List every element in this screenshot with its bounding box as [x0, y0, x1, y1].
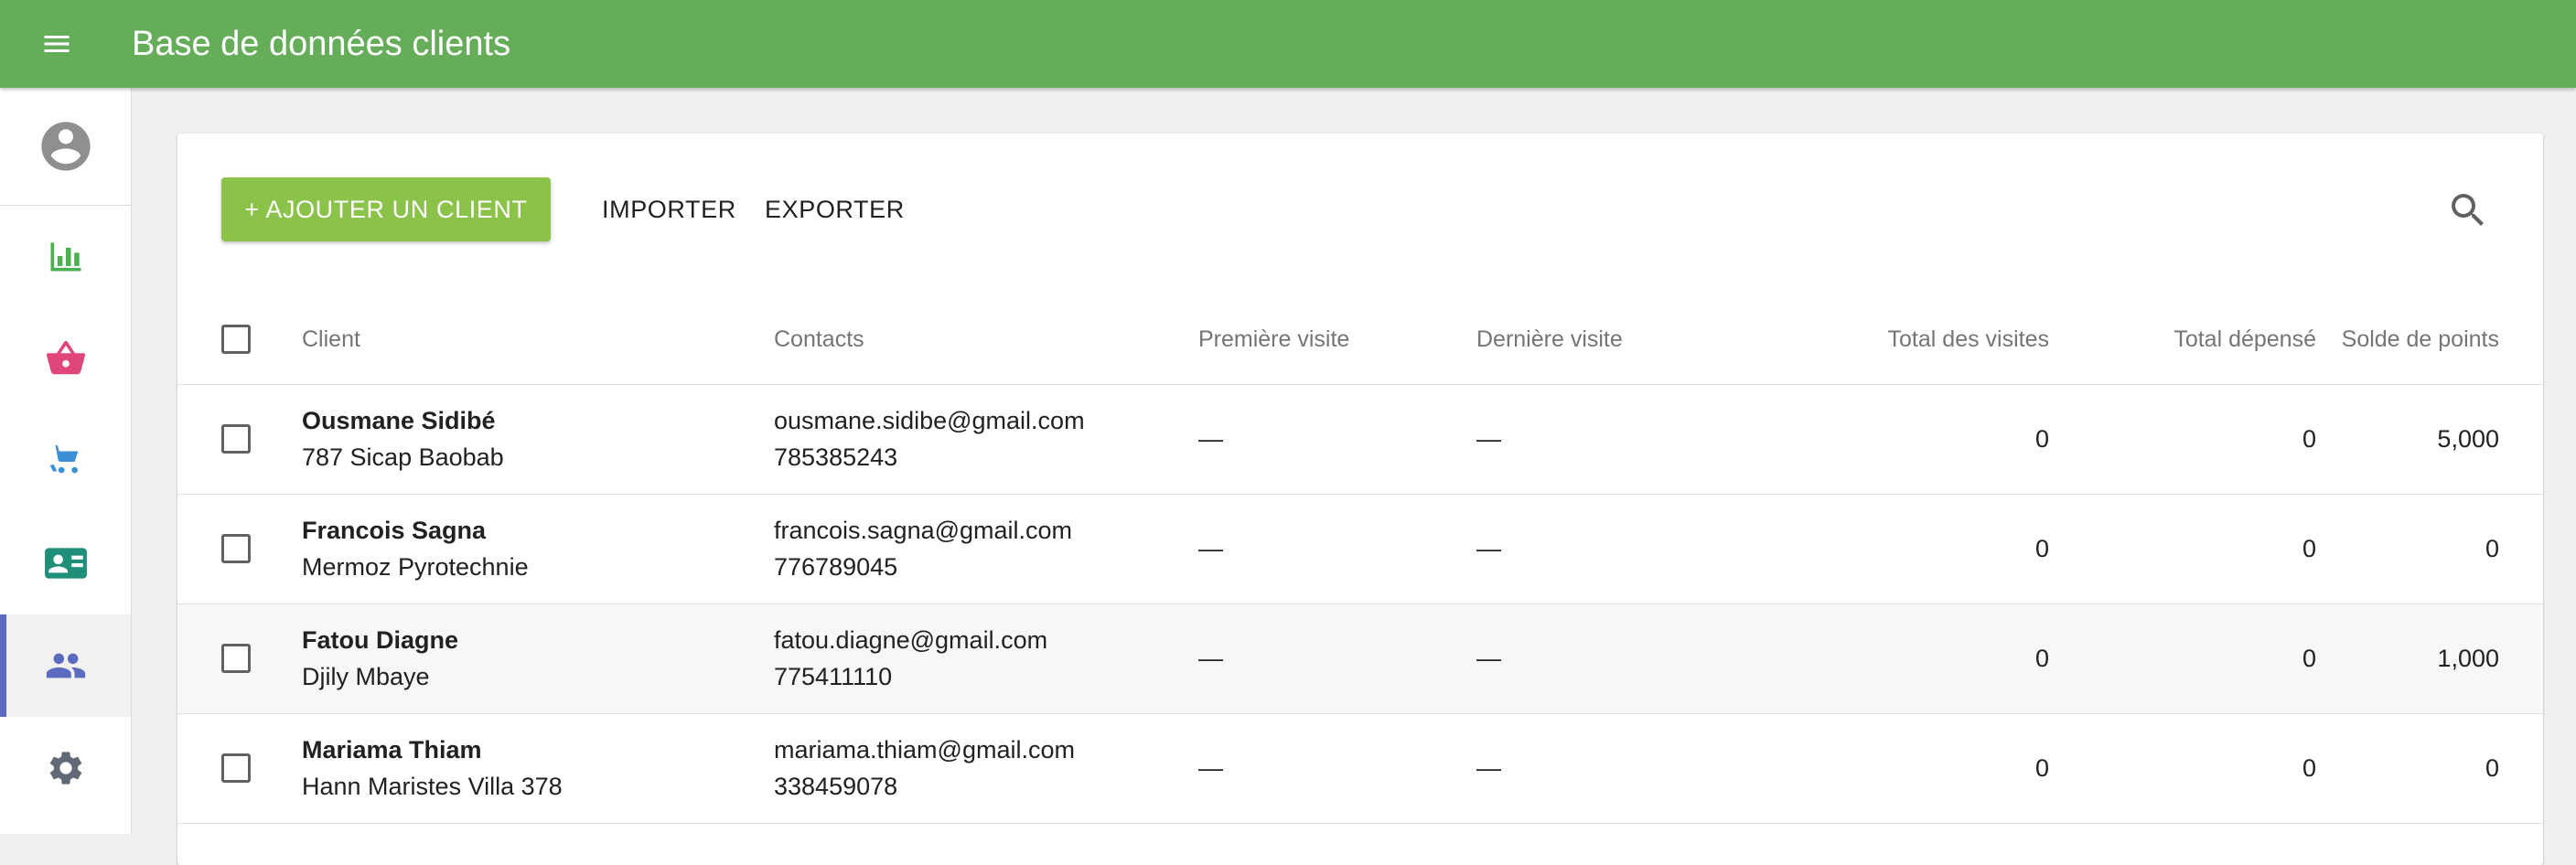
- total-spent-cell: 0: [2302, 425, 2316, 453]
- client-cell: Fatou Diagne Djily Mbaye: [302, 622, 741, 695]
- client-email: ousmane.sidibe@gmail.com: [774, 407, 1085, 434]
- table-row[interactable]: Francois Sagna Mermoz Pyrotechnie franco…: [177, 495, 2543, 604]
- customers-table: Client Contacts Première visite Dernière…: [177, 294, 2543, 824]
- row-checkbox[interactable]: [221, 424, 251, 454]
- client-cell: Ousmane Sidibé 787 Sicap Baobab: [302, 402, 741, 475]
- row-checkbox[interactable]: [221, 534, 251, 563]
- bar-chart-icon: [50, 242, 80, 272]
- row-checkbox[interactable]: [221, 644, 251, 673]
- app-bar: Base de données clients: [0, 0, 2576, 88]
- select-all-checkbox[interactable]: [221, 325, 251, 354]
- last-visit-cell: —: [1476, 425, 1501, 453]
- last-visit-cell: —: [1476, 645, 1501, 672]
- table-row[interactable]: Mariama Thiam Hann Maristes Villa 378 ma…: [177, 714, 2543, 824]
- contacts-cell: francois.sagna@gmail.com 776789045: [774, 512, 1158, 585]
- client-cell: Francois Sagna Mermoz Pyrotechnie: [302, 512, 741, 585]
- gear-icon: [49, 752, 81, 785]
- contacts-cell: fatou.diagne@gmail.com 775411110: [774, 622, 1158, 695]
- table-header: Client Contacts Première visite Dernière…: [177, 294, 2543, 385]
- total-spent-cell: 0: [2302, 535, 2316, 562]
- client-name: Fatou Diagne: [302, 626, 459, 654]
- menu-icon[interactable]: [40, 27, 91, 60]
- first-visit-cell: —: [1198, 754, 1223, 782]
- search-icon[interactable]: [2446, 188, 2492, 234]
- client-name: Ousmane Sidibé: [302, 407, 496, 434]
- client-address: Hann Maristes Villa 378: [302, 773, 563, 800]
- client-phone: 338459078: [774, 773, 898, 800]
- total-spent-cell: 0: [2302, 754, 2316, 782]
- table-row[interactable]: Ousmane Sidibé 787 Sicap Baobab ousmane.…: [177, 385, 2543, 495]
- points-cell: 1,000: [2437, 645, 2499, 672]
- points-cell: 0: [2485, 535, 2499, 562]
- column-header-client[interactable]: Client: [302, 294, 741, 384]
- client-phone: 785385243: [774, 443, 898, 471]
- last-visit-cell: —: [1476, 754, 1501, 782]
- sidebar-item-sales[interactable]: [0, 307, 131, 410]
- client-name: Francois Sagna: [302, 517, 487, 544]
- points-cell: 5,000: [2437, 425, 2499, 453]
- contacts-cell: ousmane.sidibe@gmail.com 785385243: [774, 402, 1158, 475]
- cart-icon: [49, 444, 78, 474]
- sidebar-item-settings[interactable]: [0, 717, 131, 819]
- column-header-total-spent[interactable]: Total dépensé: [2062, 294, 2316, 384]
- client-email: mariama.thiam@gmail.com: [774, 736, 1075, 764]
- sidebar: [0, 88, 132, 834]
- avatar[interactable]: [0, 88, 131, 206]
- table-row[interactable]: Fatou Diagne Djily Mbaye fatou.diagne@gm…: [177, 604, 2543, 714]
- points-cell: 0: [2485, 754, 2499, 782]
- sidebar-item-dashboard[interactable]: [0, 205, 131, 307]
- customers-card: + AJOUTER UN CLIENT IMPORTER EXPORTER Cl…: [177, 133, 2543, 865]
- client-phone: 775411110: [774, 663, 893, 690]
- column-header-total-visits[interactable]: Total des visites: [1733, 294, 2049, 384]
- total-visits-cell: 0: [2034, 535, 2049, 562]
- column-header-last-visit[interactable]: Dernière visite: [1476, 294, 1714, 384]
- first-visit-cell: —: [1198, 535, 1223, 562]
- client-phone: 776789045: [774, 553, 898, 581]
- first-visit-cell: —: [1198, 425, 1223, 453]
- add-customer-button[interactable]: + AJOUTER UN CLIENT: [221, 177, 551, 241]
- first-visit-cell: —: [1198, 645, 1223, 672]
- account-circle-icon: [40, 122, 91, 171]
- total-visits-cell: 0: [2034, 425, 2049, 453]
- client-email: fatou.diagne@gmail.com: [774, 626, 1048, 654]
- client-cell: Mariama Thiam Hann Maristes Villa 378: [302, 732, 741, 805]
- client-email: francois.sagna@gmail.com: [774, 517, 1073, 544]
- column-header-contacts[interactable]: Contacts: [774, 294, 1158, 384]
- client-address: 787 Sicap Baobab: [302, 443, 504, 471]
- total-visits-cell: 0: [2034, 645, 2049, 672]
- column-header-points[interactable]: Solde de points: [2327, 294, 2499, 384]
- sidebar-item-customers[interactable]: [0, 614, 131, 717]
- sidebar-item-purchases[interactable]: [0, 410, 131, 512]
- total-visits-cell: 0: [2034, 754, 2049, 782]
- client-address: Djily Mbaye: [302, 663, 430, 690]
- client-address: Mermoz Pyrotechnie: [302, 553, 529, 581]
- total-spent-cell: 0: [2302, 645, 2316, 672]
- people-icon: [46, 653, 85, 678]
- import-button[interactable]: IMPORTER: [593, 177, 746, 241]
- client-name: Mariama Thiam: [302, 736, 482, 764]
- export-button[interactable]: EXPORTER: [756, 177, 914, 241]
- contact-card-icon: [44, 548, 87, 579]
- row-checkbox[interactable]: [221, 753, 251, 783]
- basket-icon: [46, 340, 85, 375]
- last-visit-cell: —: [1476, 535, 1501, 562]
- column-header-first-visit[interactable]: Première visite: [1198, 294, 1454, 384]
- sidebar-item-employees[interactable]: [0, 512, 131, 614]
- page-title: Base de données clients: [132, 25, 511, 63]
- contacts-cell: mariama.thiam@gmail.com 338459078: [774, 732, 1158, 805]
